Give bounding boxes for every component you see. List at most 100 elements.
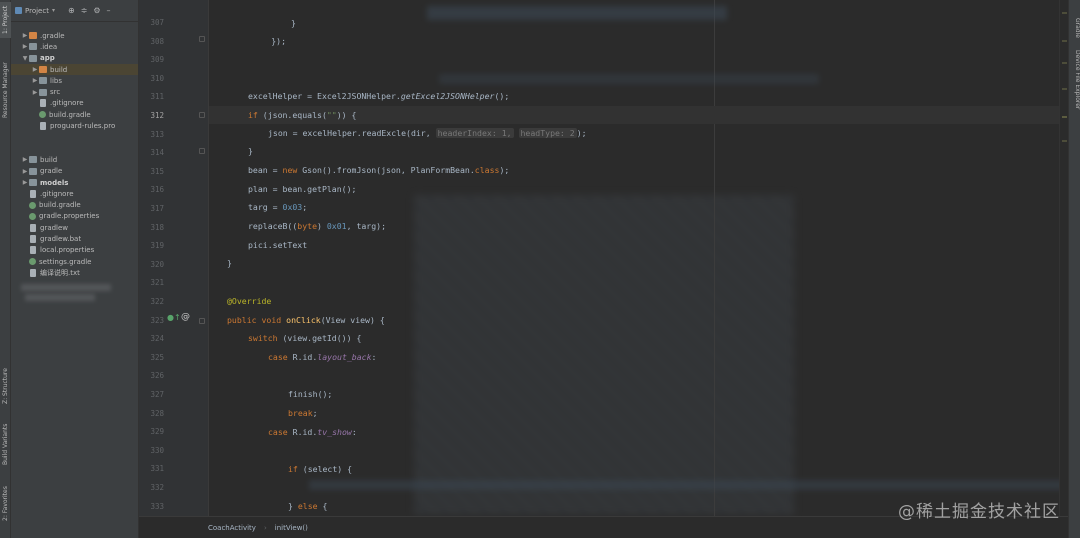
breadcrumb-class[interactable]: CoachActivity (208, 524, 256, 532)
fold-marker[interactable] (199, 36, 205, 42)
collapse-icon[interactable]: ≑ (81, 6, 88, 15)
tab-build-variants[interactable]: Build Variants (0, 418, 11, 470)
line-number[interactable]: 311 (138, 92, 164, 101)
line-number[interactable]: 323 (138, 316, 164, 325)
folder-icon (29, 156, 37, 164)
line-number[interactable]: 332 (138, 483, 164, 492)
folder-icon (29, 32, 37, 40)
tree-item[interactable]: ▶ gradle (11, 166, 138, 177)
tab-gradle[interactable]: Gradle (1070, 18, 1080, 38)
tree-item[interactable]: gradlew.bat (11, 233, 138, 244)
line-number[interactable]: 329 (138, 427, 164, 436)
chevron-right-icon[interactable]: ▶ (21, 179, 29, 186)
tree-item[interactable]: local.properties (11, 245, 138, 256)
blurred-overlay (414, 195, 794, 515)
line-number[interactable]: 318 (138, 223, 164, 232)
code-line-320: } (227, 258, 232, 268)
tree-item[interactable]: ▶ build (11, 63, 138, 76)
code-line-313: json = excelHelper.readExcle(dir, header… (268, 128, 587, 138)
code-line-331: if (select) { (288, 464, 353, 474)
line-number[interactable]: 316 (138, 185, 164, 194)
folder-icon (29, 43, 37, 51)
line-number[interactable]: 321 (138, 278, 164, 287)
tree-item[interactable]: gradlew (11, 222, 138, 233)
chevron-right-icon[interactable]: ▶ (31, 66, 39, 73)
locate-icon[interactable]: ⊕ (68, 6, 75, 15)
chevron-right-icon[interactable]: ▶ (21, 156, 29, 163)
tree-item[interactable]: .gitignore (11, 188, 138, 199)
line-number[interactable]: 312 (138, 111, 164, 120)
tree-item[interactable]: .gitignore (11, 98, 138, 109)
tree-item[interactable]: settings.gradle (11, 256, 138, 267)
file-icon (40, 122, 46, 131)
chevron-right-icon[interactable]: ▶ (21, 168, 29, 175)
tab-project[interactable]: 1: Project (0, 2, 11, 38)
line-number[interactable]: 331 (138, 464, 164, 473)
file-icon (40, 99, 46, 108)
tree-item[interactable]: build.gradle (11, 109, 138, 120)
folder-icon (39, 88, 47, 96)
chevron-right-icon[interactable]: ▶ (31, 77, 39, 84)
folder-icon (29, 54, 37, 62)
tree-item (11, 143, 138, 154)
line-number[interactable]: 307 (138, 18, 164, 27)
line-number[interactable]: 320 (138, 260, 164, 269)
tree-item[interactable]: ▶ .idea (11, 41, 138, 52)
line-number[interactable]: 310 (138, 74, 164, 83)
line-number[interactable]: 308 (138, 37, 164, 46)
line-number[interactable]: 309 (138, 55, 164, 64)
line-number[interactable]: 319 (138, 241, 164, 250)
gradle-icon (29, 258, 36, 266)
chevron-down-icon[interactable]: ▾ (52, 7, 55, 14)
tree-item[interactable]: ▶ build (11, 154, 138, 165)
line-number[interactable]: 326 (138, 371, 164, 380)
chevron-right-icon[interactable]: ▶ (21, 43, 29, 50)
line-number[interactable]: 315 (138, 167, 164, 176)
tree-item[interactable]: ▼ app (11, 53, 138, 64)
code-line-325: case R.id.layout_back: (268, 352, 377, 362)
file-icon (30, 189, 36, 198)
line-number[interactable]: 328 (138, 409, 164, 418)
file-icon (30, 223, 36, 232)
line-number[interactable]: 314 (138, 148, 164, 157)
line-number[interactable]: 325 (138, 353, 164, 362)
breadcrumb-method[interactable]: initView() (275, 524, 308, 532)
gear-icon[interactable]: ⚙ (93, 6, 100, 15)
tree-item[interactable]: ▶ libs (11, 75, 138, 86)
line-number[interactable]: 327 (138, 390, 164, 399)
tree-item[interactable]: proguard-rules.pro (11, 120, 138, 131)
tab-device-file-explorer[interactable]: Device File Explorer (1070, 50, 1080, 109)
tree-item[interactable]: build.gradle (11, 199, 138, 210)
code-editor[interactable]: } }); excelHelper = Excel2JSONHelper.get… (209, 0, 1059, 516)
tab-resource-manager[interactable]: Resource Manager (0, 58, 11, 122)
tab-favorites[interactable]: 2: Favorites (0, 480, 11, 528)
fold-marker[interactable] (199, 112, 205, 118)
tree-item[interactable]: 编译说明.txt (11, 267, 138, 278)
editor-scrollbar[interactable] (1059, 0, 1068, 516)
line-number[interactable]: 330 (138, 446, 164, 455)
line-number[interactable]: 322 (138, 297, 164, 306)
code-line-327: finish(); (288, 389, 333, 399)
chevron-right-icon[interactable]: ▶ (21, 32, 29, 39)
project-view-dropdown[interactable]: Project (25, 7, 49, 15)
folder-icon (39, 66, 47, 74)
tree-item[interactable]: gradle.properties (11, 211, 138, 222)
tree-item[interactable]: ▶ .gradle (11, 30, 138, 41)
line-number[interactable]: 313 (138, 130, 164, 139)
tree-item[interactable]: ▶ models (11, 177, 138, 188)
chevron-right-icon[interactable]: ▶ (31, 89, 39, 96)
tab-structure[interactable]: Z: Structure (0, 362, 11, 410)
override-icon[interactable]: ●↑ (167, 313, 181, 322)
tree-item[interactable]: ▶ src (11, 86, 138, 97)
line-number[interactable]: 324 (138, 334, 164, 343)
annotation-icon[interactable]: @ (181, 312, 190, 322)
fold-marker[interactable] (199, 318, 205, 324)
line-number[interactable]: 333 (138, 502, 164, 511)
tree-item-label: 编译说明.txt (40, 268, 80, 277)
code-line-319: pici.setText (248, 240, 308, 250)
chevron-down-icon[interactable]: ▼ (21, 55, 29, 62)
line-number[interactable]: 317 (138, 204, 164, 213)
fold-marker[interactable] (199, 148, 205, 154)
minimize-icon[interactable]: – (107, 6, 111, 15)
folder-icon (39, 77, 47, 85)
